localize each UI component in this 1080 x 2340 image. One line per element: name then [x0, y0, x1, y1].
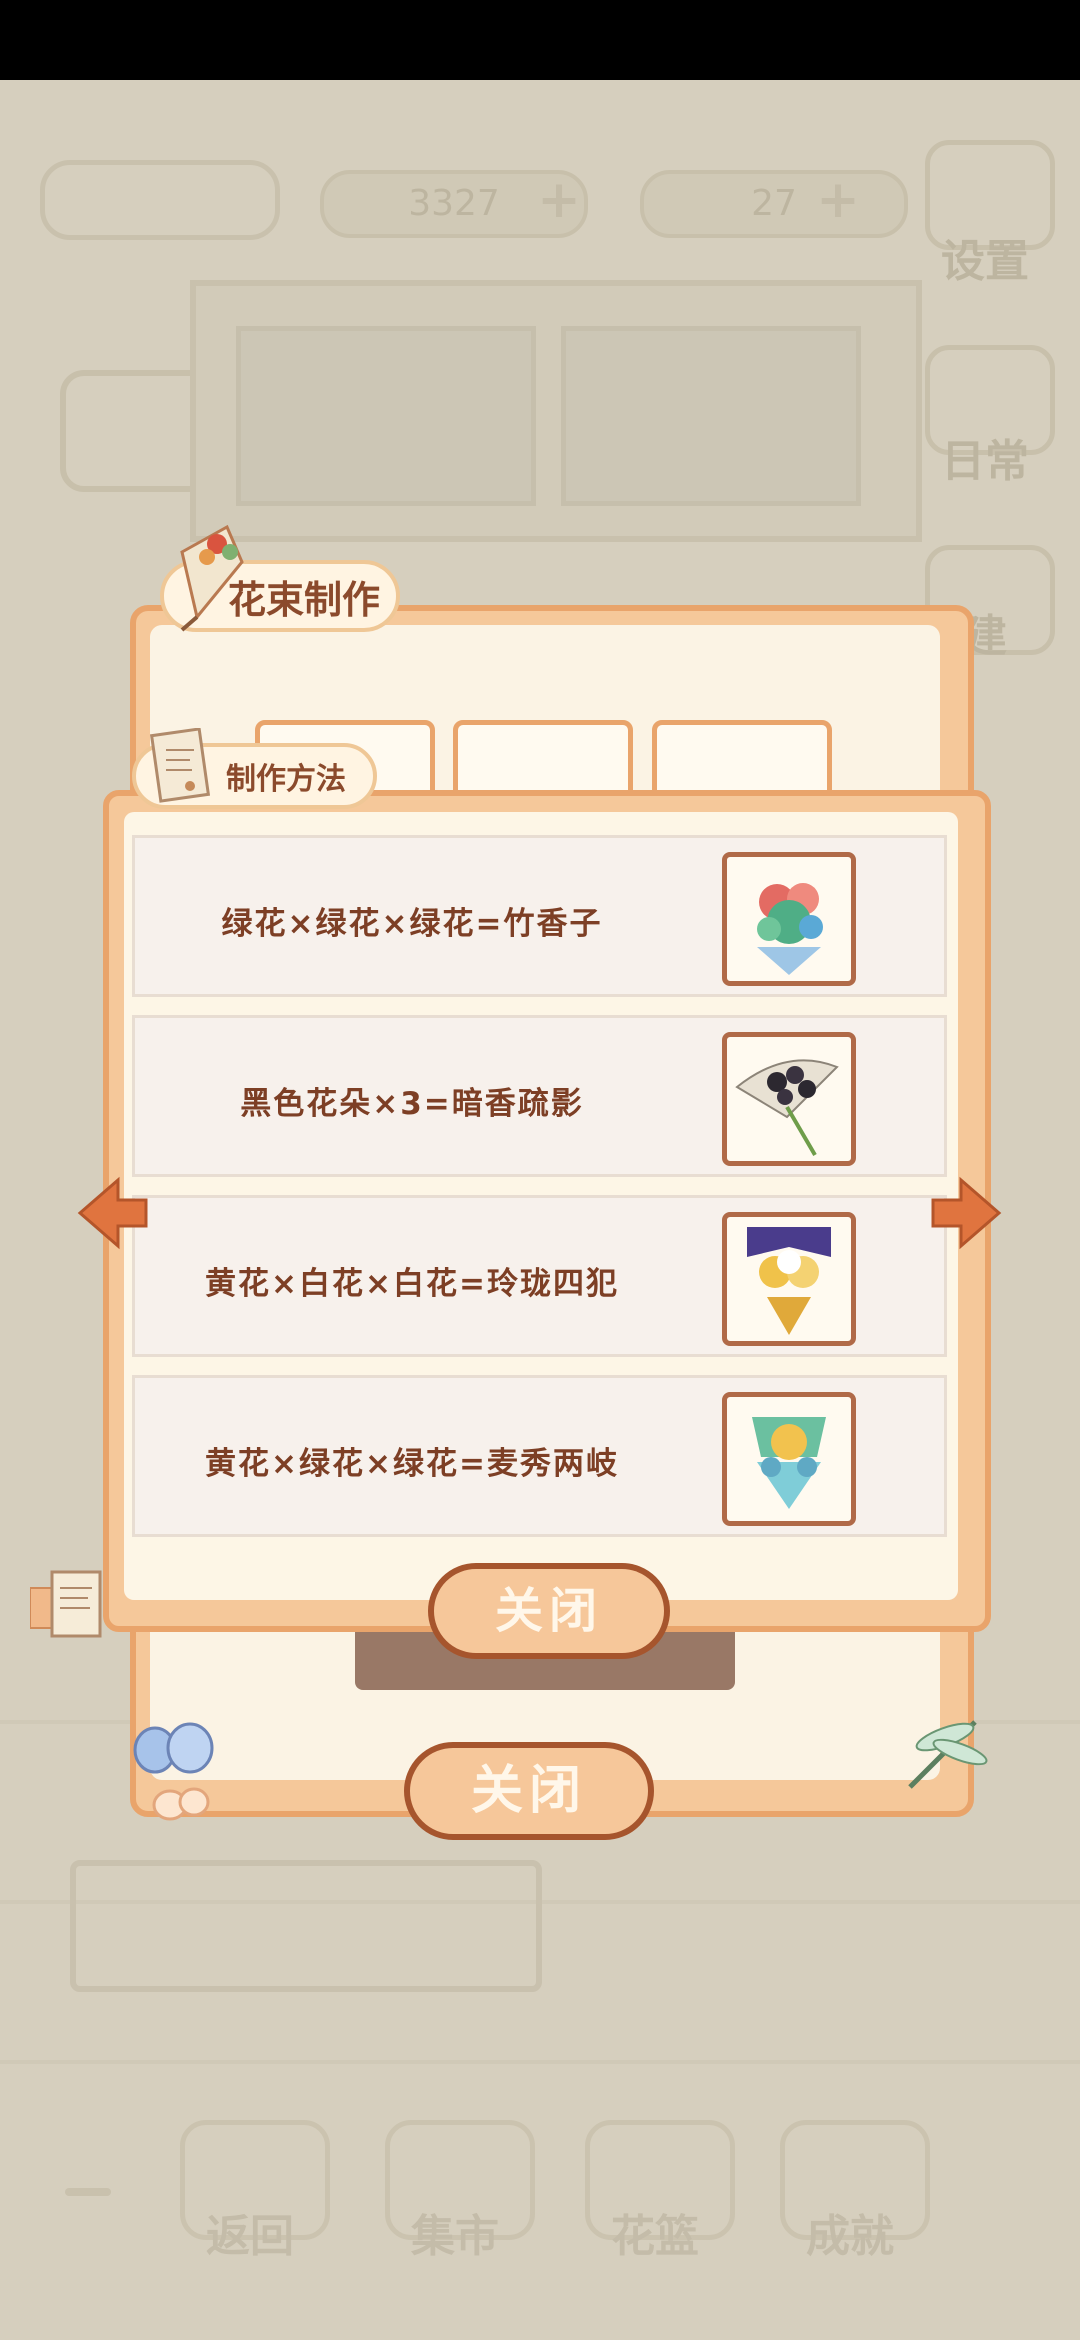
nav-basket-label: 花篮 — [611, 2211, 699, 2262]
add-fish-icon[interactable]: + — [533, 174, 585, 226]
cheese-count: 27 — [751, 183, 797, 224]
arrow-left-icon[interactable] — [68, 1170, 154, 1256]
wall-line — [0, 2060, 1080, 2064]
dragonfly-icon — [908, 1720, 988, 1789]
note-icon — [150, 728, 211, 803]
shop-sign — [40, 160, 280, 240]
recipe-thumbnail[interactable] — [722, 1212, 856, 1346]
note-icon — [30, 1570, 102, 1638]
add-cheese-icon[interactable]: + — [812, 174, 864, 226]
nav-market-label: 集市 — [411, 2211, 499, 2262]
recipe-text: 黄花×白花×白花=玲珑四犯 — [205, 1266, 619, 1302]
fish-count: 3327 — [408, 183, 500, 224]
recipe-thumbnail[interactable] — [722, 1392, 856, 1526]
close-recipe-button[interactable]: 关闭 — [428, 1563, 670, 1659]
bouquet-black-icon — [735, 1059, 839, 1157]
arrow-right-icon[interactable] — [925, 1170, 1011, 1256]
settings-label: 设置 — [941, 236, 1029, 287]
recipe-text: 黄花×绿花×绿花=麦秀两岐 — [205, 1446, 619, 1482]
recipe-thumbnail[interactable] — [722, 852, 856, 986]
bouquet-green-icon — [757, 883, 823, 975]
bouquet-icon — [180, 524, 244, 632]
display-shelf — [190, 280, 922, 542]
shelf-cell — [561, 326, 861, 506]
menu-dash-icon[interactable] — [65, 2188, 111, 2196]
daily-label: 日常 — [941, 436, 1029, 487]
recipe-text: 黑色花朵×3=暗香疏影 — [240, 1086, 584, 1122]
shelf-cell — [236, 326, 536, 506]
nav-back-label: 返回 — [206, 2211, 294, 2262]
nav-achievement-label: 成就 — [806, 2211, 894, 2262]
butterfly-icon — [133, 1722, 214, 1821]
table — [70, 1860, 542, 1992]
status-bar — [0, 0, 1080, 80]
cheese-counter: 27 — [640, 170, 908, 238]
recipe-text: 绿花×绿花×绿花=竹香子 — [221, 906, 603, 942]
close-bouquet-button[interactable]: 关闭 — [404, 1742, 654, 1840]
bouquet-yellow-icon — [747, 1227, 831, 1335]
recipe-thumbnail[interactable] — [722, 1032, 856, 1166]
bouquet-teal-icon — [752, 1417, 826, 1509]
